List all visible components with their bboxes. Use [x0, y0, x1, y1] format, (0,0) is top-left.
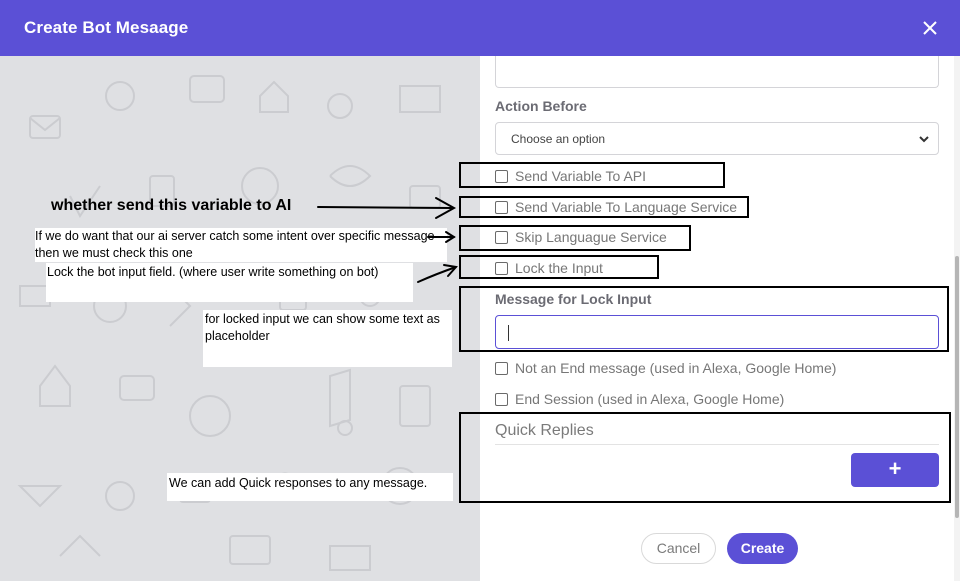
arrow-send-to-ai: [317, 206, 453, 209]
annotation-arrows: [317, 197, 458, 283]
